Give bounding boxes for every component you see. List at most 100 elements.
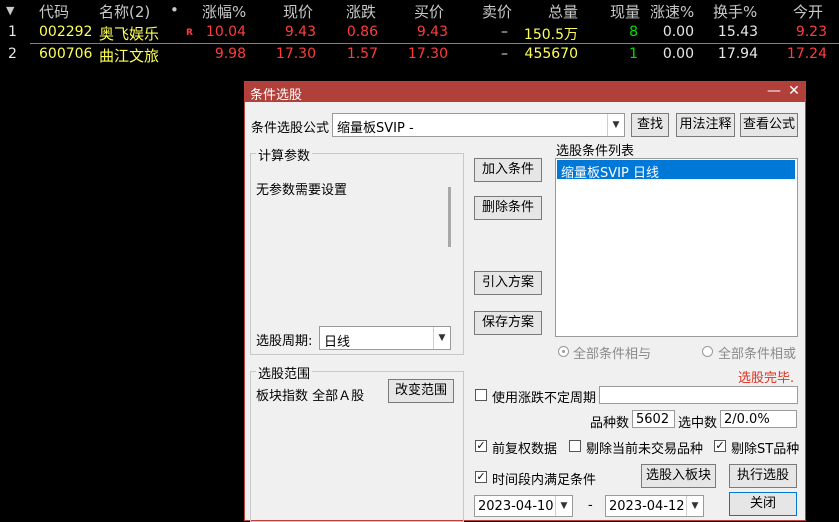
import-scheme-button[interactable]: 引入方案: [474, 271, 542, 295]
range-text: 板块指数 全部Ａ股: [256, 389, 365, 404]
volume: 150.5万: [523, 27, 578, 43]
col-volume[interactable]: 总量: [548, 1, 578, 22]
params-group-label: 计算参数: [256, 145, 313, 164]
formula-label: 条件选股公式: [251, 121, 330, 136]
date-from-picker[interactable]: 2023-04-10 ▼: [474, 495, 573, 517]
params-text: 无参数需要设置: [256, 183, 348, 198]
stock-code: 600706: [39, 46, 93, 62]
col-price[interactable]: 现价: [283, 1, 313, 22]
radio-all-or[interactable]: [702, 346, 713, 357]
ask: –: [501, 46, 508, 62]
col-code[interactable]: 代码: [39, 1, 69, 22]
bid: 17.30: [407, 46, 448, 62]
close-icon[interactable]: ✕: [786, 83, 802, 99]
stock-name: 奥飞娱乐: [99, 25, 160, 43]
cur-volume: 8: [629, 24, 638, 40]
range-group-label: 选股范围: [256, 363, 313, 382]
turnover: 17.94: [717, 46, 758, 62]
date-separator: -: [588, 498, 593, 513]
date-to-picker[interactable]: 2023-04-12 ▼: [605, 495, 704, 517]
use-period-label: 使用涨跌不定周期: [492, 391, 597, 406]
exclude-untraded-checkbox[interactable]: [569, 440, 581, 452]
selected-field: 2/0.0%: [720, 410, 797, 428]
period-input[interactable]: [599, 386, 798, 404]
period-value: 日线: [324, 335, 351, 350]
col-turnover[interactable]: 换手%: [713, 1, 757, 22]
view-formula-button[interactable]: 查看公式: [740, 113, 798, 137]
exclude-st-label: 剔除ST品种: [731, 442, 800, 457]
col-change-pct[interactable]: 涨幅%: [202, 1, 246, 22]
row-index: 1: [8, 24, 17, 40]
status-text: 选股完毕.: [738, 371, 795, 386]
selected-label: 选中数: [678, 416, 718, 431]
period-label: 选股周期:: [256, 334, 313, 349]
table-header: ▼ 代码 名称(2) • 涨幅% 现价 涨跌 买价 卖价 总量 现量 涨速% 换…: [0, 0, 839, 22]
col-cur-volume[interactable]: 现量: [610, 1, 640, 22]
change: 0.86: [346, 24, 378, 40]
dialog-title: 条件选股: [250, 88, 303, 103]
price: 9.43: [284, 24, 316, 40]
use-period-checkbox[interactable]: [475, 389, 487, 401]
chevron-down-icon[interactable]: ▼: [686, 496, 703, 516]
minimize-icon[interactable]: —: [766, 83, 782, 99]
check-icon: ✓: [715, 439, 725, 452]
find-button[interactable]: 查找: [631, 113, 669, 137]
run-selection-button[interactable]: 执行选股: [729, 464, 797, 488]
count-value: 5602: [636, 412, 670, 427]
formula-combobox[interactable]: 缩量板SVIP - ▼: [332, 113, 625, 137]
formula-value: 缩量板SVIP -: [337, 121, 414, 136]
chevron-down-icon[interactable]: ▼: [433, 327, 450, 349]
period-combobox[interactable]: 日线 ▼: [319, 326, 451, 350]
col-dot: •: [170, 1, 179, 19]
pre-adjust-checkbox[interactable]: ✓: [475, 440, 487, 452]
speed: 0.00: [662, 24, 694, 40]
col-bid[interactable]: 买价: [414, 1, 444, 22]
change-range-button[interactable]: 改变范围: [388, 379, 454, 403]
cur-volume: 1: [629, 46, 638, 62]
usage-notes-button[interactable]: 用法注释: [676, 113, 735, 137]
radio-all-or-label: 全部条件相或: [718, 347, 797, 362]
add-condition-button[interactable]: 加入条件: [474, 158, 542, 182]
sort-indicator-icon[interactable]: ▼: [6, 4, 14, 17]
check-icon: ✓: [476, 470, 486, 483]
selected-value: 2/0.0%: [724, 412, 770, 427]
col-speed[interactable]: 涨速%: [650, 1, 694, 22]
ask: –: [501, 24, 508, 40]
change-pct: 10.04: [205, 24, 246, 40]
count-field: 5602: [632, 410, 675, 428]
bid: 9.43: [416, 24, 448, 40]
add-to-block-button[interactable]: 选股入板块: [641, 464, 716, 488]
stock-name: 曲江文旅: [99, 47, 160, 65]
delete-condition-button[interactable]: 删除条件: [474, 196, 542, 220]
save-scheme-button[interactable]: 保存方案: [474, 311, 542, 335]
row-index: 2: [8, 46, 17, 62]
dialog-titlebar[interactable]: 条件选股 — ✕: [245, 82, 805, 103]
condition-list-label: 选股条件列表: [556, 144, 635, 159]
chevron-down-icon[interactable]: ▼: [607, 114, 624, 136]
pre-adjust-label: 前复权数据: [492, 442, 558, 457]
time-range-checkbox[interactable]: ✓: [475, 471, 487, 483]
col-open[interactable]: 今开: [793, 1, 823, 22]
col-change[interactable]: 涨跌: [346, 1, 376, 22]
exclude-untraded-label: 剔除当前未交易品种: [586, 442, 704, 457]
date-to-value: 2023-04-12: [609, 499, 685, 514]
list-item[interactable]: 缩量板SVIP 日线: [557, 160, 795, 181]
params-scrollbar[interactable]: [448, 187, 451, 247]
speed: 0.00: [662, 46, 694, 62]
close-button[interactable]: 关闭: [729, 492, 797, 516]
volume: 455670: [524, 46, 578, 62]
chevron-down-icon[interactable]: ▼: [555, 496, 572, 516]
table-row[interactable]: 2 600706 曲江文旅 9.98 17.30 1.57 17.30 – 45…: [0, 44, 839, 66]
col-name[interactable]: 名称(2): [99, 1, 150, 22]
table-row[interactable]: 1 002292 奥飞娱乐 R 10.04 9.43 0.86 9.43 – 1…: [0, 22, 839, 44]
col-ask[interactable]: 卖价: [482, 1, 512, 22]
radio-all-and[interactable]: [558, 346, 569, 357]
condition-list[interactable]: 缩量板SVIP 日线: [555, 158, 798, 337]
condition-item-label: 缩量板SVIP 日线: [561, 166, 659, 181]
count-label: 品种数: [590, 416, 630, 431]
open: 17.24: [786, 46, 827, 62]
condition-stock-selection-dialog: 条件选股 — ✕ 条件选股公式 缩量板SVIP - ▼ 查找 用法注释 查看公式…: [244, 81, 806, 522]
exclude-st-checkbox[interactable]: ✓: [714, 440, 726, 452]
open: 9.23: [795, 24, 827, 40]
check-icon: ✓: [476, 439, 486, 452]
